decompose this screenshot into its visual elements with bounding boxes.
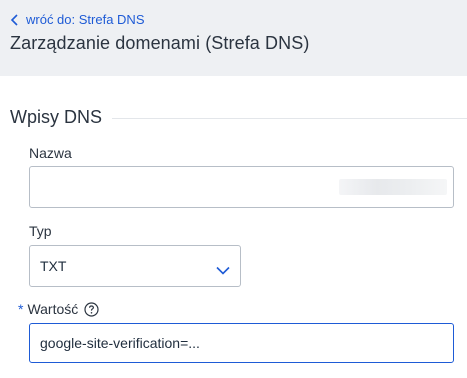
- back-link[interactable]: wróć do: Strefa DNS: [10, 12, 145, 27]
- type-select-value: TXT: [40, 258, 67, 274]
- value-label-text: Wartość: [27, 301, 79, 317]
- name-label-text: Nazwa: [29, 145, 72, 161]
- section-divider: [112, 118, 467, 119]
- help-circle-icon[interactable]: [84, 301, 99, 317]
- required-mark: *: [18, 301, 24, 317]
- chevron-down-icon: [216, 262, 230, 275]
- page-title: Zarządzanie domenami (Strefa DNS): [10, 33, 310, 53]
- page-header: wróć do: Strefa DNS Zarządzanie domenami…: [0, 0, 467, 76]
- type-label-text: Typ: [29, 223, 52, 239]
- type-label: Typ: [29, 223, 52, 239]
- value-input[interactable]: google-site-verification=...: [29, 323, 454, 363]
- back-link-label: wróć do: Strefa DNS: [26, 12, 145, 27]
- name-input[interactable]: [29, 166, 454, 208]
- name-label: Nazwa: [29, 145, 72, 161]
- value-input-value: google-site-verification=...: [40, 335, 200, 351]
- section-title: Wpisy DNS: [10, 107, 103, 127]
- chevron-left-icon: [10, 13, 20, 26]
- redacted-value: [339, 179, 447, 195]
- value-label: * Wartość: [18, 301, 99, 317]
- type-select[interactable]: TXT: [29, 245, 241, 287]
